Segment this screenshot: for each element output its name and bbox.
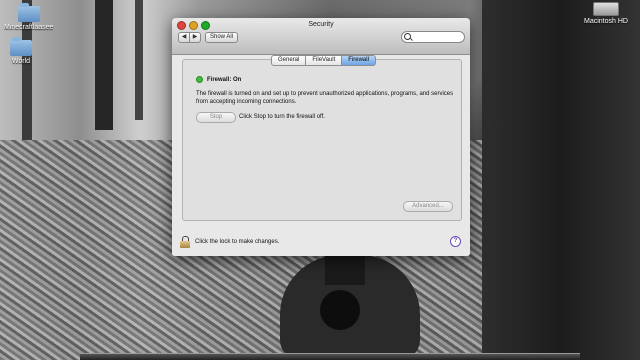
desktop-icon-minecraft[interactable]: Minecraftlaasee <box>4 3 54 31</box>
folder-icon <box>10 37 32 56</box>
search-input[interactable] <box>401 31 465 43</box>
desktop-icon-label: Minecraftlaasee <box>4 24 54 31</box>
stop-button[interactable]: Stop <box>196 112 236 123</box>
firewall-status: Firewall: On <box>196 76 241 83</box>
status-indicator-icon <box>196 76 203 83</box>
back-button[interactable]: ◀ <box>178 32 190 43</box>
wallpaper-tree-trunk <box>482 0 640 360</box>
guitar-soundhole <box>320 290 360 330</box>
tab-filevault[interactable]: FileVault <box>306 55 343 66</box>
tab-bar: General FileVault Firewall <box>271 55 376 66</box>
firewall-status-label: Firewall: On <box>207 76 242 83</box>
tab-general[interactable]: General <box>271 55 307 66</box>
lock-bar: Click the lock to make changes. <box>180 236 279 248</box>
wallpaper-tree <box>95 0 113 130</box>
security-preferences-window: Security ◀ ▶ Show All General FileVault … <box>172 18 470 256</box>
lock-label: Click the lock to make changes. <box>195 239 280 245</box>
folder-icon <box>17 3 40 22</box>
show-all-button[interactable]: Show All <box>205 32 239 43</box>
window-title: Security <box>308 21 334 28</box>
preferences-content: General FileVault Firewall Firewall: On … <box>172 55 470 256</box>
help-icon[interactable]: ? <box>450 236 461 247</box>
wallpaper-guitar-neck <box>325 255 365 285</box>
forward-button[interactable]: ▶ <box>190 32 201 43</box>
desktop-icon-macintosh-hd[interactable]: Macintosh HD <box>584 2 628 25</box>
desktop-icon-label: World <box>11 58 31 65</box>
dock[interactable] <box>80 353 580 360</box>
firewall-description: The firewall is turned on and set up to … <box>196 91 454 105</box>
stop-hint: Click Stop to turn the firewall off. <box>239 114 325 120</box>
tab-firewall[interactable]: Firewall <box>342 55 376 66</box>
firewall-panel: Firewall: On The firewall is turned on a… <box>182 59 462 221</box>
wallpaper-tree <box>135 0 143 120</box>
desktop-icon-label: Macintosh HD <box>584 18 628 25</box>
lock-icon[interactable] <box>180 236 190 248</box>
advanced-button[interactable]: Advanced... <box>403 201 453 212</box>
hard-drive-icon <box>592 2 619 16</box>
window-toolbar: Security ◀ ▶ Show All <box>172 18 470 55</box>
desktop-icon-world[interactable]: World <box>10 37 32 65</box>
nav-buttons: ◀ ▶ <box>178 32 201 43</box>
search-icon <box>404 33 411 40</box>
